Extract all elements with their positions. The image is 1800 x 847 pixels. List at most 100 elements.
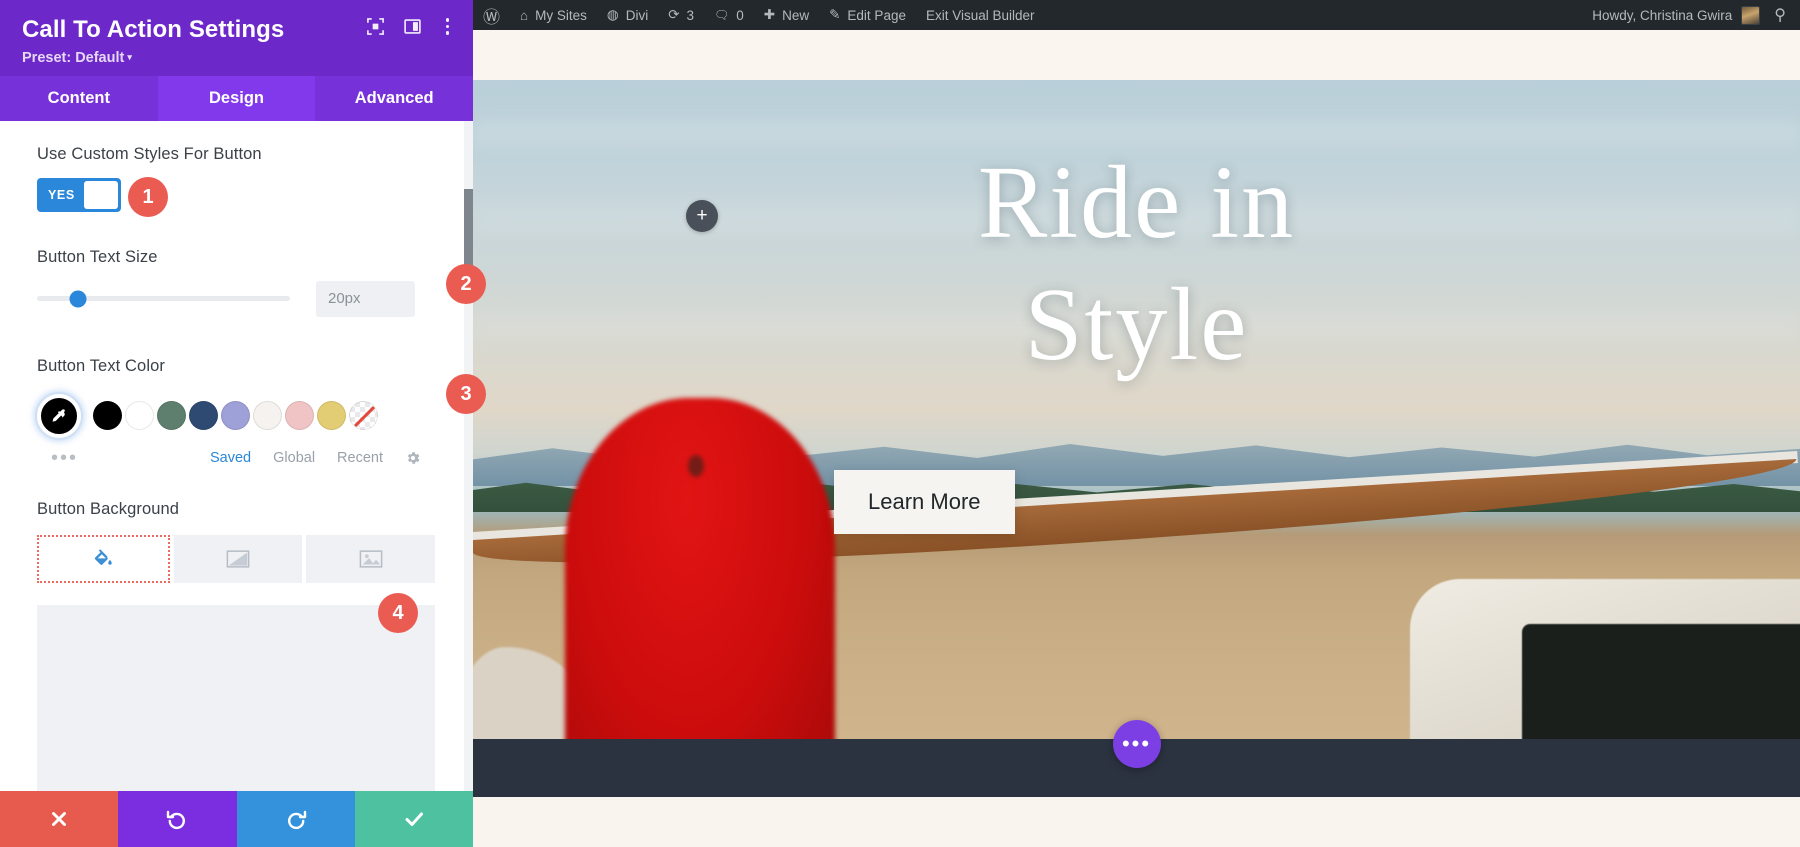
- page-settings-button[interactable]: •••: [1113, 720, 1161, 768]
- gear-icon[interactable]: [405, 450, 421, 466]
- more-options-icon[interactable]: [440, 16, 456, 37]
- exit-visual-builder-link[interactable]: Exit Visual Builder: [916, 0, 1045, 30]
- field-button-background: Button Background: [37, 500, 435, 791]
- layout-panel-icon[interactable]: [403, 17, 422, 36]
- discard-button[interactable]: [0, 791, 118, 847]
- howdy-label: Howdy, Christina Gwira: [1592, 8, 1732, 23]
- field-label-button-background: Button Background: [37, 500, 435, 519]
- background-image-tab[interactable]: [306, 535, 435, 583]
- preset-selector[interactable]: Preset: Default▾: [22, 50, 451, 66]
- palette-tab-global[interactable]: Global: [273, 450, 315, 466]
- field-label-use-custom-styles: Use Custom Styles For Button: [37, 145, 435, 164]
- wordpress-logo-icon[interactable]: Ⓦ: [473, 0, 510, 30]
- more-colors-icon[interactable]: •••: [37, 454, 78, 462]
- module-settings-panel: Call To Action Settings Preset: Default▾: [0, 0, 473, 847]
- tab-design[interactable]: Design: [158, 76, 316, 121]
- new-label: New: [782, 8, 809, 23]
- edit-page-label: Edit Page: [847, 8, 906, 23]
- tab-content[interactable]: Content: [0, 76, 158, 121]
- swatch-blush-pink[interactable]: [285, 401, 314, 430]
- edit-page-link[interactable]: ✎ Edit Page: [819, 0, 916, 30]
- my-sites-menu[interactable]: ⌂ My Sites: [510, 0, 597, 30]
- hero-title: Ride in Style: [473, 142, 1800, 385]
- palette-tab-recent[interactable]: Recent: [337, 450, 383, 466]
- field-label-button-text-size: Button Text Size: [37, 248, 435, 267]
- field-use-custom-styles: Use Custom Styles For Button YES: [37, 145, 435, 212]
- callout-4: 4: [378, 593, 418, 633]
- updates-icon: ⟳: [668, 7, 679, 23]
- background-gradient-tab[interactable]: [174, 535, 303, 583]
- expand-icon[interactable]: [366, 17, 385, 36]
- swatch-off-white[interactable]: [253, 401, 282, 430]
- use-custom-styles-toggle[interactable]: YES: [37, 178, 121, 212]
- paint-bucket-icon: [92, 548, 114, 570]
- avatar: [1741, 6, 1760, 25]
- color-picker-button[interactable]: [37, 394, 81, 438]
- learn-more-label: Learn More: [868, 489, 981, 514]
- page-top-strip: [473, 30, 1800, 80]
- color-palette-meta: ••• Saved Global Recent: [37, 450, 435, 466]
- screen-root: Ⓦ ⌂ My Sites ◍ Divi ⟳ 3 🗨 0 ✚ New ✎ Edit…: [0, 0, 1800, 847]
- close-icon: [48, 808, 70, 830]
- comments-menu[interactable]: 🗨 0: [704, 0, 754, 30]
- ellipsis-icon: •••: [1122, 731, 1151, 757]
- home-icon: ⌂: [520, 8, 528, 23]
- learn-more-button[interactable]: Learn More: [834, 470, 1015, 534]
- tab-advanced[interactable]: Advanced: [315, 76, 473, 121]
- image-icon: [359, 549, 383, 569]
- search-icon[interactable]: ⚲: [1766, 5, 1800, 25]
- panel-header: Call To Action Settings Preset: Default▾: [0, 0, 473, 76]
- search-glyph: ⚲: [1774, 7, 1786, 24]
- divi-menu[interactable]: ◍ Divi: [597, 0, 658, 30]
- wordpress-logo-glyph: Ⓦ: [483, 3, 500, 28]
- text-size-input[interactable]: 20px: [316, 281, 415, 317]
- text-size-slider-row: 20px: [37, 281, 435, 317]
- user-account-menu[interactable]: Howdy, Christina Gwira: [1592, 6, 1766, 25]
- wp-admin-bar: Ⓦ ⌂ My Sites ◍ Divi ⟳ 3 🗨 0 ✚ New ✎ Edit…: [473, 0, 1800, 30]
- my-sites-label: My Sites: [535, 8, 587, 23]
- save-button[interactable]: [355, 791, 473, 847]
- panel-body: Use Custom Styles For Button YES Button …: [0, 121, 473, 791]
- hero-section[interactable]: Ride in Style Learn More + •••: [473, 80, 1800, 797]
- undo-icon: [165, 807, 189, 831]
- swatch-navy-blue[interactable]: [189, 401, 218, 430]
- panel-tabs: Content Design Advanced: [0, 76, 473, 121]
- toggle-value-label: YES: [40, 188, 84, 202]
- swatch-black[interactable]: [93, 401, 122, 430]
- updates-count: 3: [687, 8, 695, 23]
- exit-visual-builder-label: Exit Visual Builder: [926, 8, 1035, 23]
- gradient-icon: [226, 549, 250, 569]
- redo-button[interactable]: [237, 791, 355, 847]
- field-label-button-text-color: Button Text Color: [37, 357, 435, 376]
- palette-tab-saved[interactable]: Saved: [210, 450, 251, 466]
- plus-icon: ✚: [764, 7, 775, 23]
- swatch-sage-green[interactable]: [157, 401, 186, 430]
- field-button-text-color: Button Text Color: [37, 357, 435, 466]
- plus-icon: +: [696, 205, 707, 227]
- slider-handle[interactable]: [70, 290, 87, 307]
- preset-label: Preset: Default: [22, 50, 124, 66]
- updates-menu[interactable]: ⟳ 3: [658, 0, 704, 30]
- swatch-none[interactable]: [349, 401, 378, 430]
- text-size-value: 20px: [328, 290, 361, 307]
- panel-scrollbar[interactable]: [464, 121, 473, 791]
- pencil-icon: ✎: [829, 7, 840, 23]
- new-content-menu[interactable]: ✚ New: [754, 0, 819, 30]
- palette-source-links: Saved Global Recent: [210, 450, 421, 466]
- swatch-gold[interactable]: [317, 401, 346, 430]
- color-swatch-row: [37, 394, 435, 438]
- add-module-button[interactable]: +: [686, 200, 718, 232]
- toggle-knob: [84, 181, 118, 209]
- undo-button[interactable]: [118, 791, 236, 847]
- hero-title-line-1: Ride in: [473, 142, 1800, 264]
- eyedropper-icon: [49, 406, 69, 426]
- redo-icon: [284, 807, 308, 831]
- background-color-preview[interactable]: [37, 605, 435, 791]
- swatch-periwinkle[interactable]: [221, 401, 250, 430]
- hero-title-line-2: Style: [473, 264, 1800, 386]
- background-color-tab[interactable]: [37, 535, 170, 583]
- swatch-white[interactable]: [125, 401, 154, 430]
- text-size-slider[interactable]: [37, 288, 290, 310]
- callout-1: 1: [128, 177, 168, 217]
- chevron-down-icon: ▾: [127, 52, 132, 62]
